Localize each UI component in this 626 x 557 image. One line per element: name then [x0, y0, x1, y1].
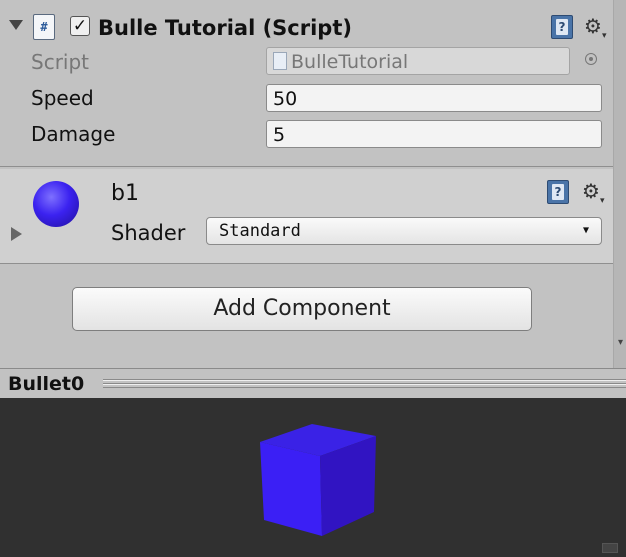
material-foldout-arrow-icon[interactable] [11, 227, 22, 241]
shader-label: Shader [111, 221, 186, 245]
script-component-header[interactable]: # ✓ Bulle Tutorial (Script) ? ⚙▾ [0, 8, 614, 48]
material-section: b1 Shader Standard ▼ ? ⚙▾ [0, 169, 614, 263]
gear-icon[interactable]: ⚙▾ [584, 16, 606, 46]
foldout-arrow-icon[interactable] [9, 20, 23, 30]
component-divider [0, 166, 614, 167]
preview-settings-icon[interactable] [602, 543, 618, 553]
script-field[interactable]: BulleTutorial [266, 47, 570, 75]
component-title: Bulle Tutorial (Script) [98, 16, 352, 40]
material-gear-icon[interactable]: ⚙▾ [582, 181, 604, 211]
preview-title: Bullet0 [8, 373, 85, 395]
speed-field[interactable]: 50 [266, 84, 602, 112]
shader-dropdown[interactable]: Standard ▼ [206, 217, 602, 245]
cube-preview [260, 424, 376, 536]
add-component-button[interactable]: Add Component [72, 287, 532, 331]
damage-field[interactable]: 5 [266, 120, 602, 148]
csharp-script-icon: # [33, 14, 55, 40]
script-file-icon [273, 52, 287, 70]
script-field-value: BulleTutorial [291, 51, 409, 73]
speed-label: Speed [31, 86, 94, 110]
inspector-panel: # ✓ Bulle Tutorial (Script) ? ⚙▾ Script … [0, 0, 626, 368]
preview-resize-grip[interactable] [103, 379, 626, 388]
shader-dropdown-value: Standard [219, 221, 301, 241]
material-preview-sphere [33, 181, 79, 239]
component-enabled-checkbox[interactable]: ✓ [70, 16, 90, 36]
preview-header[interactable]: Bullet0 [0, 368, 626, 399]
material-divider [0, 263, 614, 264]
material-help-book-icon[interactable]: ? [547, 180, 569, 204]
preview-viewport[interactable] [0, 398, 626, 557]
scroll-down-arrow-icon[interactable]: ▾ [618, 338, 623, 348]
cube-front-face [260, 442, 322, 536]
dropdown-arrow-icon: ▼ [582, 225, 589, 236]
material-name: b1 [111, 181, 139, 206]
help-book-icon[interactable]: ? [551, 15, 573, 39]
damage-label: Damage [31, 122, 116, 146]
object-picker-icon[interactable] [585, 53, 597, 65]
inspector-scrollbar[interactable]: ▾ [613, 0, 626, 368]
script-label: Script [31, 50, 90, 74]
